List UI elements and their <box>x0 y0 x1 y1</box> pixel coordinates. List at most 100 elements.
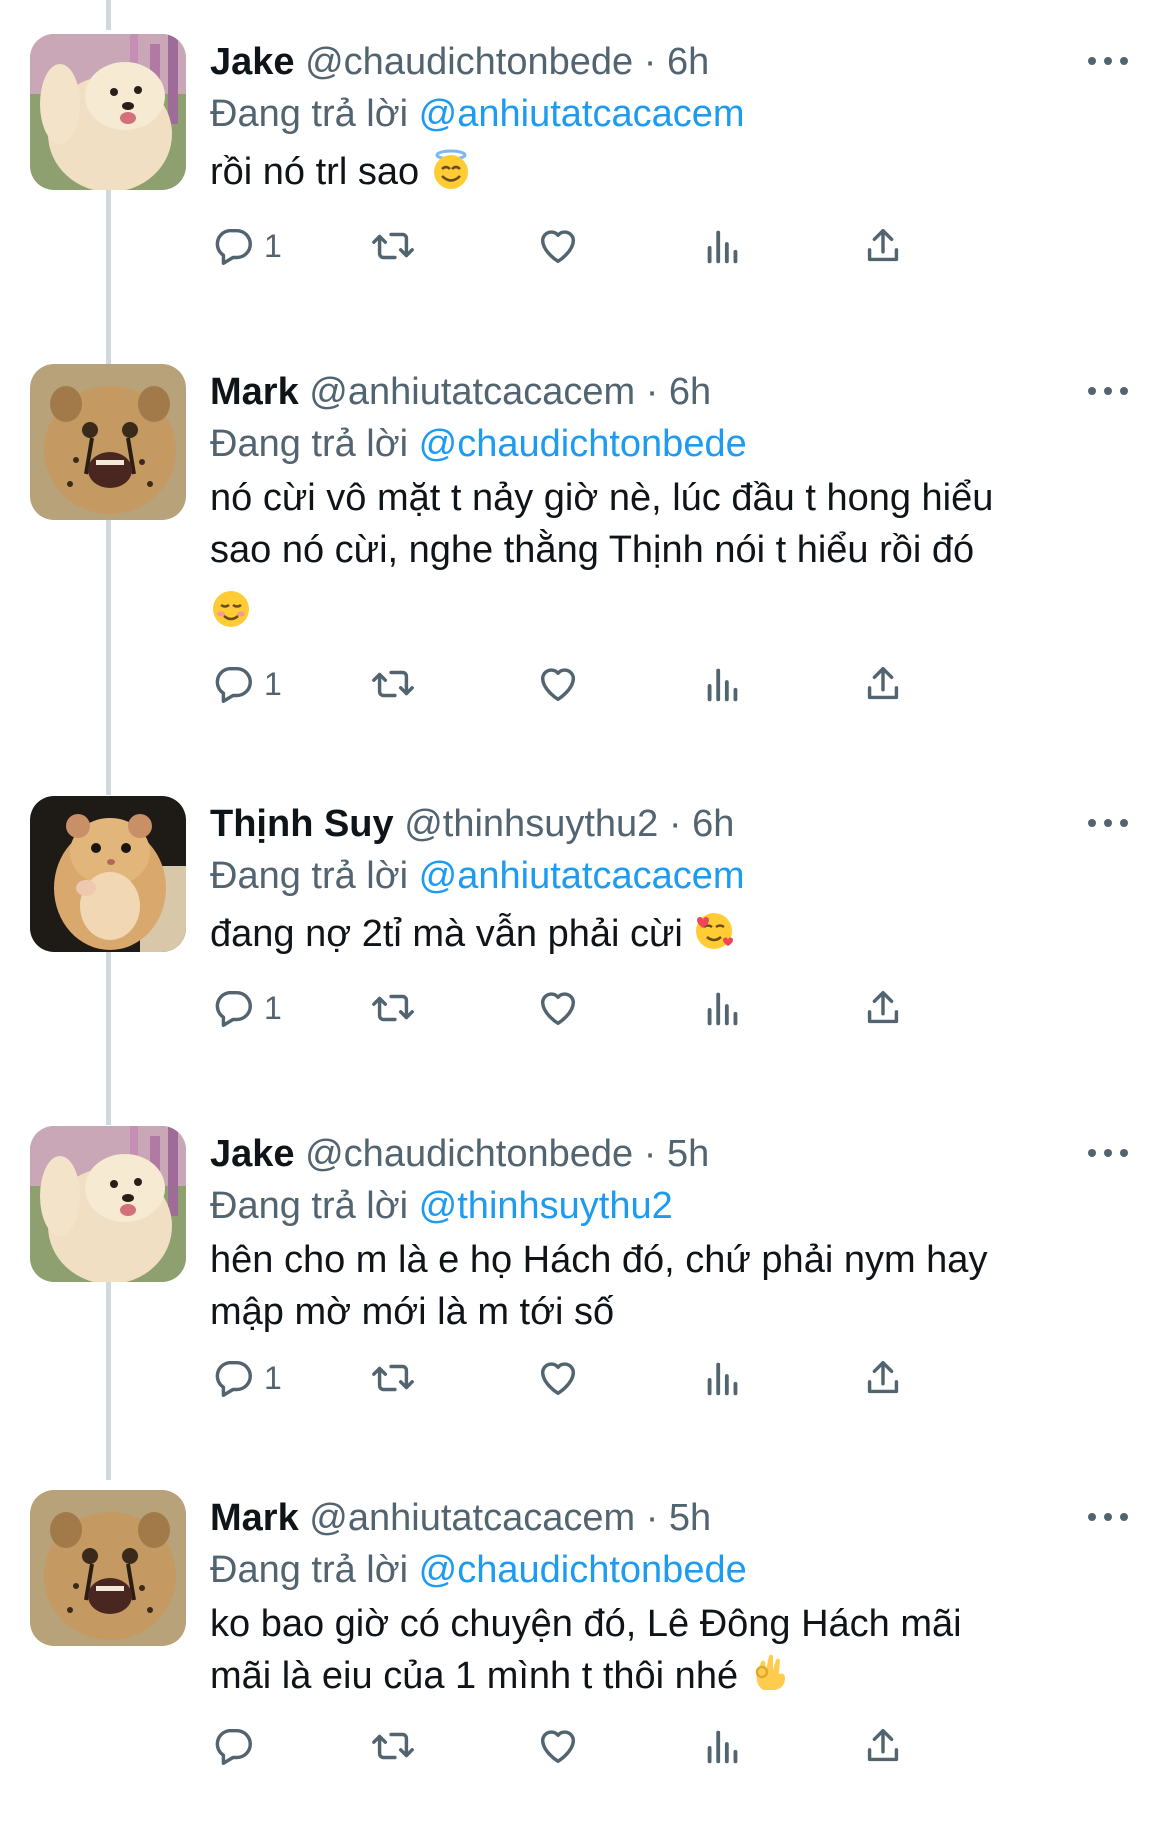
tweet-actions: 1 <box>210 216 1040 276</box>
reply-button[interactable]: 1 <box>210 216 282 276</box>
avatar-mark[interactable] <box>30 364 186 520</box>
separator-dot: · <box>643 1133 657 1175</box>
timestamp[interactable]: 5h <box>667 1133 709 1175</box>
tweet-text-line: mãi là eiu của 1 mình t thôi nhé <box>210 1655 739 1697</box>
like-button[interactable] <box>535 978 581 1038</box>
tweet-text-line: đang nợ 2tỉ mà vẫn phải cừi <box>210 913 683 955</box>
avatar-jake[interactable] <box>30 34 186 190</box>
like-button[interactable] <box>535 1348 581 1408</box>
share-icon <box>867 1728 899 1762</box>
views-button[interactable] <box>700 1348 746 1408</box>
replying-to-label: Đang trả lời <box>210 423 409 465</box>
views-button[interactable] <box>700 978 746 1038</box>
retweet-icon <box>372 1364 414 1392</box>
replying-to: Đang trả lời @anhiutatcacacem <box>210 88 745 140</box>
reply-icon <box>215 666 252 703</box>
retweet-button[interactable] <box>370 216 416 276</box>
tweet-header: Mark @anhiutatcacacem · 5h <box>210 1490 711 1546</box>
tweet[interactable]: Thịnh Suy @thinhsuythu2 · 6h Đang trả lờ… <box>0 796 1170 1116</box>
reply-count: 1 <box>264 1359 282 1396</box>
tweet-text: hên cho m là e họ Hách đó, chứ phải nym … <box>210 1234 1130 1338</box>
display-name[interactable]: Thịnh Suy <box>210 803 394 845</box>
reply-button[interactable]: 1 <box>210 1348 282 1408</box>
replying-to: Đang trả lời @thinhsuythu2 <box>210 1180 673 1232</box>
replying-to: Đang trả lời @anhiutatcacacem <box>210 850 745 902</box>
more-options-icon[interactable] <box>1088 1502 1128 1532</box>
reply-button[interactable]: 1 <box>210 654 282 714</box>
tweet-header: Thịnh Suy @thinhsuythu2 · 6h <box>210 796 734 852</box>
more-options-icon[interactable] <box>1088 376 1128 406</box>
like-button[interactable] <box>535 1716 581 1776</box>
display-name[interactable]: Mark <box>210 371 299 413</box>
share-button[interactable] <box>860 1348 906 1408</box>
views-button[interactable] <box>700 1716 746 1776</box>
views-icon <box>707 230 738 264</box>
avatar-jake[interactable] <box>30 1126 186 1282</box>
share-button[interactable] <box>860 654 906 714</box>
timestamp[interactable]: 6h <box>669 371 711 413</box>
replying-to-label: Đang trả lời <box>210 1549 409 1591</box>
avatar-mark[interactable] <box>30 1490 186 1646</box>
tweet[interactable]: Mark @anhiutatcacacem · 6h Đang trả lời … <box>0 364 1170 794</box>
replying-to-mention[interactable]: @anhiutatcacacem <box>419 93 745 135</box>
reply-count: 1 <box>264 665 282 702</box>
retweet-button[interactable] <box>370 654 416 714</box>
retweet-icon <box>372 232 414 260</box>
more-options-icon[interactable] <box>1088 1138 1128 1168</box>
tweet-actions <box>210 1716 1040 1776</box>
share-button[interactable] <box>860 216 906 276</box>
tweet[interactable]: Mark @anhiutatcacacem · 5h Đang trả lời … <box>0 1490 1170 1840</box>
share-button[interactable] <box>860 1716 906 1776</box>
tweet[interactable]: Jake @chaudichtonbede · 6h Đang trả lời … <box>0 34 1170 354</box>
heart-icon <box>540 230 576 264</box>
user-handle[interactable]: @thinhsuythu2 <box>404 803 658 845</box>
tweet-text-line: rồi nó trl sao <box>210 151 420 193</box>
retweet-button[interactable] <box>370 978 416 1038</box>
retweet-button[interactable] <box>370 1348 416 1408</box>
replying-to-mention[interactable]: @thinhsuythu2 <box>419 1185 673 1227</box>
reply-button[interactable]: 1 <box>210 978 282 1038</box>
views-icon <box>707 992 738 1026</box>
reply-icon <box>215 1360 252 1397</box>
separator-dot: · <box>668 803 682 845</box>
tweet-header: Jake @chaudichtonbede · 6h <box>210 34 709 90</box>
reply-count: 1 <box>264 227 282 264</box>
views-icon <box>707 1730 738 1764</box>
views-button[interactable] <box>700 654 746 714</box>
replying-to: Đang trả lời @chaudichtonbede <box>210 418 747 470</box>
tweet-text: ko bao giờ có chuyện đó, Lê Đông Hách mã… <box>210 1598 1130 1702</box>
replying-to-mention[interactable]: @chaudichtonbede <box>419 423 747 465</box>
retweet-icon <box>372 994 414 1022</box>
tweet-text-line: sao nó cừi, nghe thằng Thịnh nói t hiểu … <box>210 529 975 571</box>
replying-to-mention[interactable]: @anhiutatcacacem <box>419 855 745 897</box>
timestamp[interactable]: 5h <box>669 1497 711 1539</box>
share-icon <box>867 666 899 700</box>
timestamp[interactable]: 6h <box>667 41 709 83</box>
more-options-icon[interactable] <box>1088 46 1128 76</box>
user-handle[interactable]: @anhiutatcacacem <box>309 371 635 413</box>
user-handle[interactable]: @chaudichtonbede <box>305 41 633 83</box>
views-button[interactable] <box>700 216 746 276</box>
display-name[interactable]: Jake <box>210 41 295 83</box>
share-icon <box>867 228 899 262</box>
reply-button[interactable] <box>210 1716 264 1776</box>
like-button[interactable] <box>535 216 581 276</box>
more-options-icon[interactable] <box>1088 808 1128 838</box>
avatar-thinh-suy[interactable] <box>30 796 186 952</box>
tweet-text-line: nó cừi vô mặt t nảy giờ nè, lúc đầu t ho… <box>210 477 994 519</box>
replying-to-mention[interactable]: @chaudichtonbede <box>419 1549 747 1591</box>
heart-icon <box>540 1362 576 1396</box>
tweet-text: đang nợ 2tỉ mà vẫn phải cừi <box>210 908 1130 960</box>
user-handle[interactable]: @anhiutatcacacem <box>309 1497 635 1539</box>
reply-icon <box>215 228 252 265</box>
avatar-dog-image <box>30 34 186 190</box>
avatar-cheetah-image <box>30 1490 186 1646</box>
share-button[interactable] <box>860 978 906 1038</box>
retweet-button[interactable] <box>370 1716 416 1776</box>
user-handle[interactable]: @chaudichtonbede <box>305 1133 633 1175</box>
tweet[interactable]: Jake @chaudichtonbede · 5h Đang trả lời … <box>0 1126 1170 1466</box>
display-name[interactable]: Jake <box>210 1133 295 1175</box>
display-name[interactable]: Mark <box>210 1497 299 1539</box>
timestamp[interactable]: 6h <box>692 803 734 845</box>
like-button[interactable] <box>535 654 581 714</box>
